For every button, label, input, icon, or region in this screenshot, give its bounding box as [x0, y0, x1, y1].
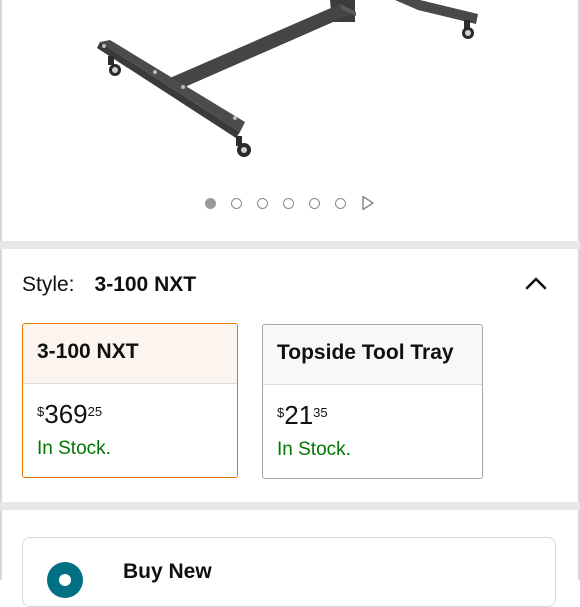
style-label: Style:: [22, 273, 75, 296]
price-symbol: $: [277, 405, 285, 420]
image-carousel-dots: [0, 192, 580, 214]
carousel-dot-3[interactable]: [257, 197, 268, 209]
stock-status: In Stock.: [277, 439, 351, 460]
section-divider: [0, 502, 580, 510]
product-frame-drawing: [97, 0, 478, 157]
option-name: 3-100 NXT: [23, 324, 237, 384]
option-price: $ 21 35: [277, 401, 468, 429]
price-symbol: $: [37, 404, 45, 419]
price-whole: 369: [44, 399, 88, 429]
chevron-up-icon[interactable]: [524, 274, 548, 292]
buy-new-label: Buy New: [123, 560, 212, 583]
radio-selected-icon[interactable]: [47, 562, 83, 598]
carousel-dot-6[interactable]: [335, 197, 346, 209]
option-price: $ 369 25: [37, 400, 223, 428]
product-image[interactable]: [0, 0, 580, 180]
carousel-dot-2[interactable]: [231, 197, 242, 209]
price-whole: 21: [284, 400, 314, 430]
carousel-dot-1[interactable]: [205, 197, 216, 209]
carousel-dot-4[interactable]: [283, 197, 294, 209]
carousel-dot-5[interactable]: [309, 197, 320, 209]
price-fraction: 35: [313, 405, 328, 420]
play-icon[interactable]: [361, 195, 375, 211]
style-selector-header[interactable]: Style: 3-100 NXT: [22, 268, 562, 302]
section-divider: [0, 241, 580, 249]
style-option-card[interactable]: 3-100 NXT $ 369 25 In Stock.: [22, 323, 238, 478]
buy-new-option[interactable]: Buy New: [22, 537, 556, 607]
price-fraction: 25: [87, 404, 103, 419]
style-selected-value: 3-100 NXT: [94, 273, 197, 296]
option-name: Topside Tool Tray: [263, 325, 482, 385]
style-option-card[interactable]: Topside Tool Tray $ 21 35 In Stock.: [262, 324, 483, 479]
stock-status: In Stock.: [37, 438, 111, 459]
